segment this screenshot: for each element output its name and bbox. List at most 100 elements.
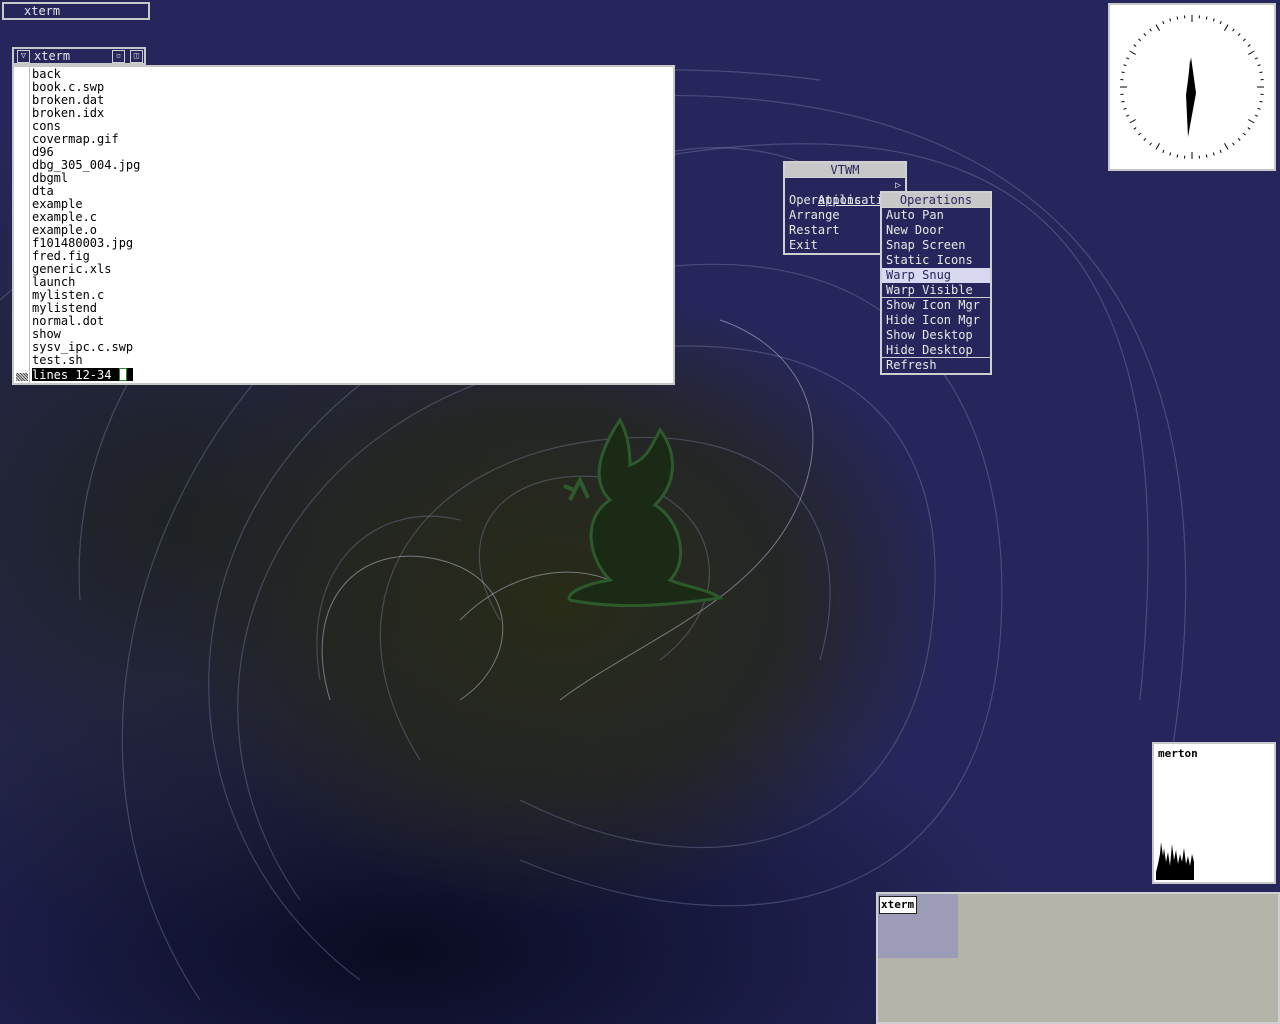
menu-item-label: Operations [789, 193, 862, 207]
clock-tick [1224, 143, 1229, 150]
clock-tick [1248, 119, 1255, 124]
file-entry: test.sh [32, 353, 83, 367]
menu-item-label: Auto Pan [886, 208, 944, 222]
clock-tick [1149, 142, 1152, 146]
pager-status-text: lines 12-34 [32, 368, 112, 382]
xload-monitor: merton [1152, 742, 1276, 884]
clock-tick [1176, 154, 1179, 158]
text-cursor [118, 368, 127, 381]
menu-item-label: Static Icons [886, 253, 973, 267]
menu-item-new-door[interactable]: New Door [882, 223, 990, 238]
clock-tick [1232, 142, 1235, 146]
clock-tick [1126, 57, 1130, 60]
menu-item-label: Hide Icon Mgr [886, 313, 980, 327]
load-graph [1156, 842, 1194, 880]
clock-tick [1133, 44, 1137, 47]
clock-tick [1212, 152, 1215, 156]
menu-item-label: New Door [886, 223, 944, 237]
daemon-logo [563, 417, 724, 608]
clock-tick [1129, 50, 1136, 55]
clock-tick [1257, 107, 1261, 110]
clock-tick [1169, 152, 1172, 156]
operations-menu: Operations Auto Pan New Door Snap Screen… [880, 191, 992, 375]
clock-tick [1143, 137, 1147, 141]
menu-item-label: Show Desktop [886, 328, 973, 342]
clock-tick [1205, 154, 1208, 158]
clock-tick [1219, 21, 1222, 25]
scroll-thumb[interactable] [16, 373, 28, 381]
menu-item-hide-icon-mgr[interactable]: Hide Icon Mgr [882, 313, 990, 328]
menu-item-auto-pan[interactable]: Auto Pan [882, 208, 990, 223]
menu-item-label: Snap Screen [886, 238, 966, 252]
icon-manager-entry-xterm[interactable]: xterm [2, 2, 150, 20]
menu-item-warp-snug[interactable]: Warp Snug [882, 268, 990, 283]
clock-tick [1123, 107, 1127, 110]
menu-item-label: Refresh [886, 358, 937, 372]
menu-item-snap-screen[interactable]: Snap Screen [882, 238, 990, 253]
clock-tick [1143, 33, 1147, 37]
xterm-scrollbar[interactable] [14, 67, 30, 383]
panner-window-label: xterm [881, 898, 915, 911]
menu-item-show-icon-mgr[interactable]: Show Icon Mgr [882, 298, 990, 313]
menu-item-label: Warp Snug [886, 268, 952, 282]
xclock [1108, 3, 1276, 171]
menu-item-static-icons[interactable]: Static Icons [882, 253, 990, 268]
clock-tick [1212, 18, 1215, 22]
clock-tick [1237, 33, 1241, 37]
clock-tick [1237, 137, 1241, 141]
operations-menu-title: Operations [882, 193, 990, 208]
iconify-icon[interactable]: ▽ [17, 50, 30, 63]
clock-tick [1155, 24, 1160, 31]
clock-tick [1242, 38, 1246, 42]
clock-tick [1242, 132, 1246, 136]
clock-tick [1162, 21, 1165, 25]
clock-tick [1248, 50, 1255, 55]
clock-tick [1259, 100, 1263, 103]
file-listing: back book.c.swp broken.dat broken.idx co… [32, 68, 140, 367]
menu-item-label: Restart [789, 223, 840, 237]
clock-tick [1205, 16, 1208, 20]
menu-item-label: Exit [789, 238, 818, 252]
clock-tick [1247, 44, 1251, 47]
clock-tick [1232, 28, 1235, 32]
panner-window-xterm[interactable]: xterm [879, 896, 917, 914]
clock-tick [1162, 149, 1165, 153]
clock-tick [1219, 149, 1222, 153]
clock-tick [1169, 18, 1172, 22]
xterm-titlebar[interactable]: ▽ xterm ▫ ◫ [12, 47, 146, 65]
clock-tick [1247, 127, 1251, 130]
pager-status: lines 12-34 [32, 368, 133, 382]
menu-item-show-desktop[interactable]: Show Desktop [882, 328, 990, 343]
clock-tick [1259, 71, 1263, 74]
clock-tick [1149, 28, 1152, 32]
clock-tick [1254, 114, 1258, 117]
clock-tick [1133, 127, 1137, 130]
clock-tick [1123, 64, 1127, 67]
square-icon[interactable]: ▫ [112, 50, 125, 63]
menu-item-label: Hide Desktop [886, 343, 973, 357]
clock-tick [1254, 57, 1258, 60]
clock-tick [1155, 143, 1160, 150]
menu-item-label: Warp Visible [886, 283, 973, 297]
clock-tick [1129, 119, 1136, 124]
icon-manager-label: xterm [24, 4, 61, 18]
menu-item-refresh[interactable]: Refresh [882, 358, 990, 373]
clock-tick [1257, 64, 1261, 67]
clock-tick [1121, 100, 1125, 103]
xterm-terminal[interactable]: back book.c.swp broken.dat broken.idx co… [12, 65, 675, 385]
vtwm-menu-title: VTWM [785, 163, 905, 178]
xterm-title: xterm [34, 49, 71, 63]
clock-face [1120, 15, 1264, 159]
minute-hand [1186, 57, 1196, 137]
clock-tick [1126, 114, 1130, 117]
clock-tick [1138, 132, 1142, 136]
clock-tick [1176, 16, 1179, 20]
menu-item-warp-visible[interactable]: Warp Visible [882, 283, 990, 298]
clock-tick [1224, 24, 1229, 31]
clock-tick [1138, 38, 1142, 42]
menu-item-label: Arrange [789, 208, 840, 222]
virtual-desktop-panner[interactable]: xterm [876, 892, 1280, 1024]
menu-item-hide-desktop[interactable]: Hide Desktop [882, 343, 990, 358]
menu-item-label: Show Icon Mgr [886, 298, 980, 312]
resize-icon[interactable]: ◫ [130, 50, 143, 63]
